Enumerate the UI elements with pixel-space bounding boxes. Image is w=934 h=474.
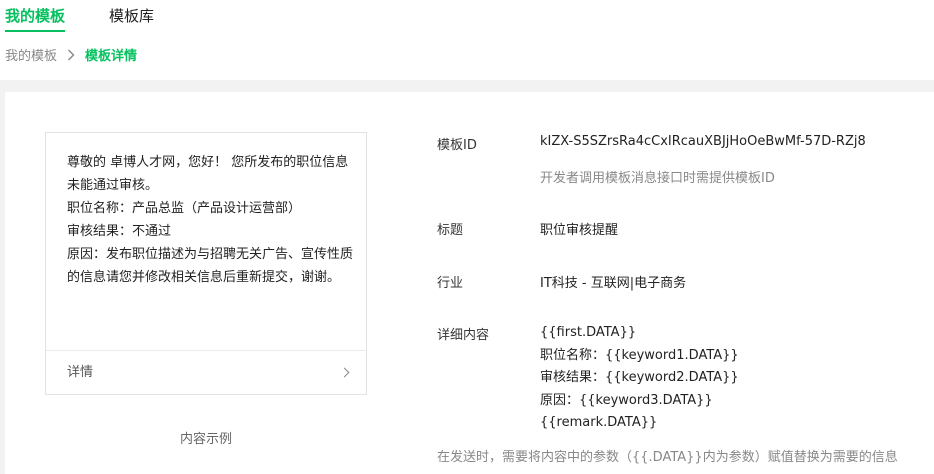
top-tab-bar: 我的模板 模板库 [0, 0, 934, 33]
industry-value: IT科技 - 互联网|电子商务 [540, 276, 687, 291]
breadcrumb-my-templates[interactable]: 我的模板 [5, 48, 57, 66]
chevron-right-icon [339, 367, 350, 378]
industry-label: 行业 [437, 276, 464, 291]
breadcrumb: 我的模板 模板详情 [5, 48, 137, 66]
message-preview-card: 尊敬的 卓博人才网，您好！ 您所发布的职位信息未能通过审核。 职位名称：产品总监… [45, 132, 367, 395]
preview-detail-link[interactable]: 详情 [46, 350, 366, 395]
content-line-first: {{first.DATA}} [540, 325, 637, 340]
title-value: 职位审核提醒 [540, 223, 619, 238]
preview-line-position: 职位名称：产品总监（产品设计运营部） [67, 201, 302, 216]
parameter-note: 在发送时，需要将内容中的参数（{{.DATA}}内为参数）赋值替换为需要的信息 [437, 450, 898, 465]
preview-line-greeting: 尊敬的 卓博人才网，您好！ 您所发布的职位信息未能通过审核。 [67, 155, 349, 193]
template-id-hint: 开发者调用模板消息接口时需提供模板ID [540, 171, 775, 186]
content-line-keyword3: 原因：{{keyword3.DATA}} [540, 392, 713, 408]
preview-line-result: 审核结果：不通过 [67, 224, 172, 239]
chevron-right-icon-svg [68, 49, 75, 61]
content-line-remark: {{remark.DATA}} [540, 415, 658, 430]
content-line-keyword2: 审核结果：{{keyword2.DATA}} [540, 370, 739, 385]
tab-template-library[interactable]: 模板库 [109, 6, 154, 26]
content-lines: {{first.DATA}} 职位名称：{{keyword1.DATA}} 审核… [540, 322, 739, 435]
chevron-right-icon [67, 48, 75, 66]
title-label: 标题 [437, 223, 464, 238]
preview-message-body: 尊敬的 卓博人才网，您好！ 您所发布的职位信息未能通过审核。 职位名称：产品总监… [67, 151, 357, 289]
preview-detail-label: 详情 [67, 365, 94, 380]
preview-line-reason: 原因：发布职位描述为与招聘无关广告、宣传性质的信息请您并修改相关信息后重新提交，… [67, 247, 354, 285]
content-label: 详细内容 [437, 328, 490, 343]
content-line-keyword1: 职位名称：{{keyword1.DATA}} [540, 347, 739, 363]
preview-caption: 内容示例 [179, 432, 232, 447]
tab-my-templates[interactable]: 我的模板 [5, 6, 66, 32]
template-id-value[interactable]: kIZX-S5SZrsRa4cCxIRcauXBJjHoOeBwMf-57D-R… [540, 134, 866, 149]
breadcrumb-template-detail: 模板详情 [85, 49, 138, 64]
template-id-label: 模板ID [437, 138, 477, 153]
